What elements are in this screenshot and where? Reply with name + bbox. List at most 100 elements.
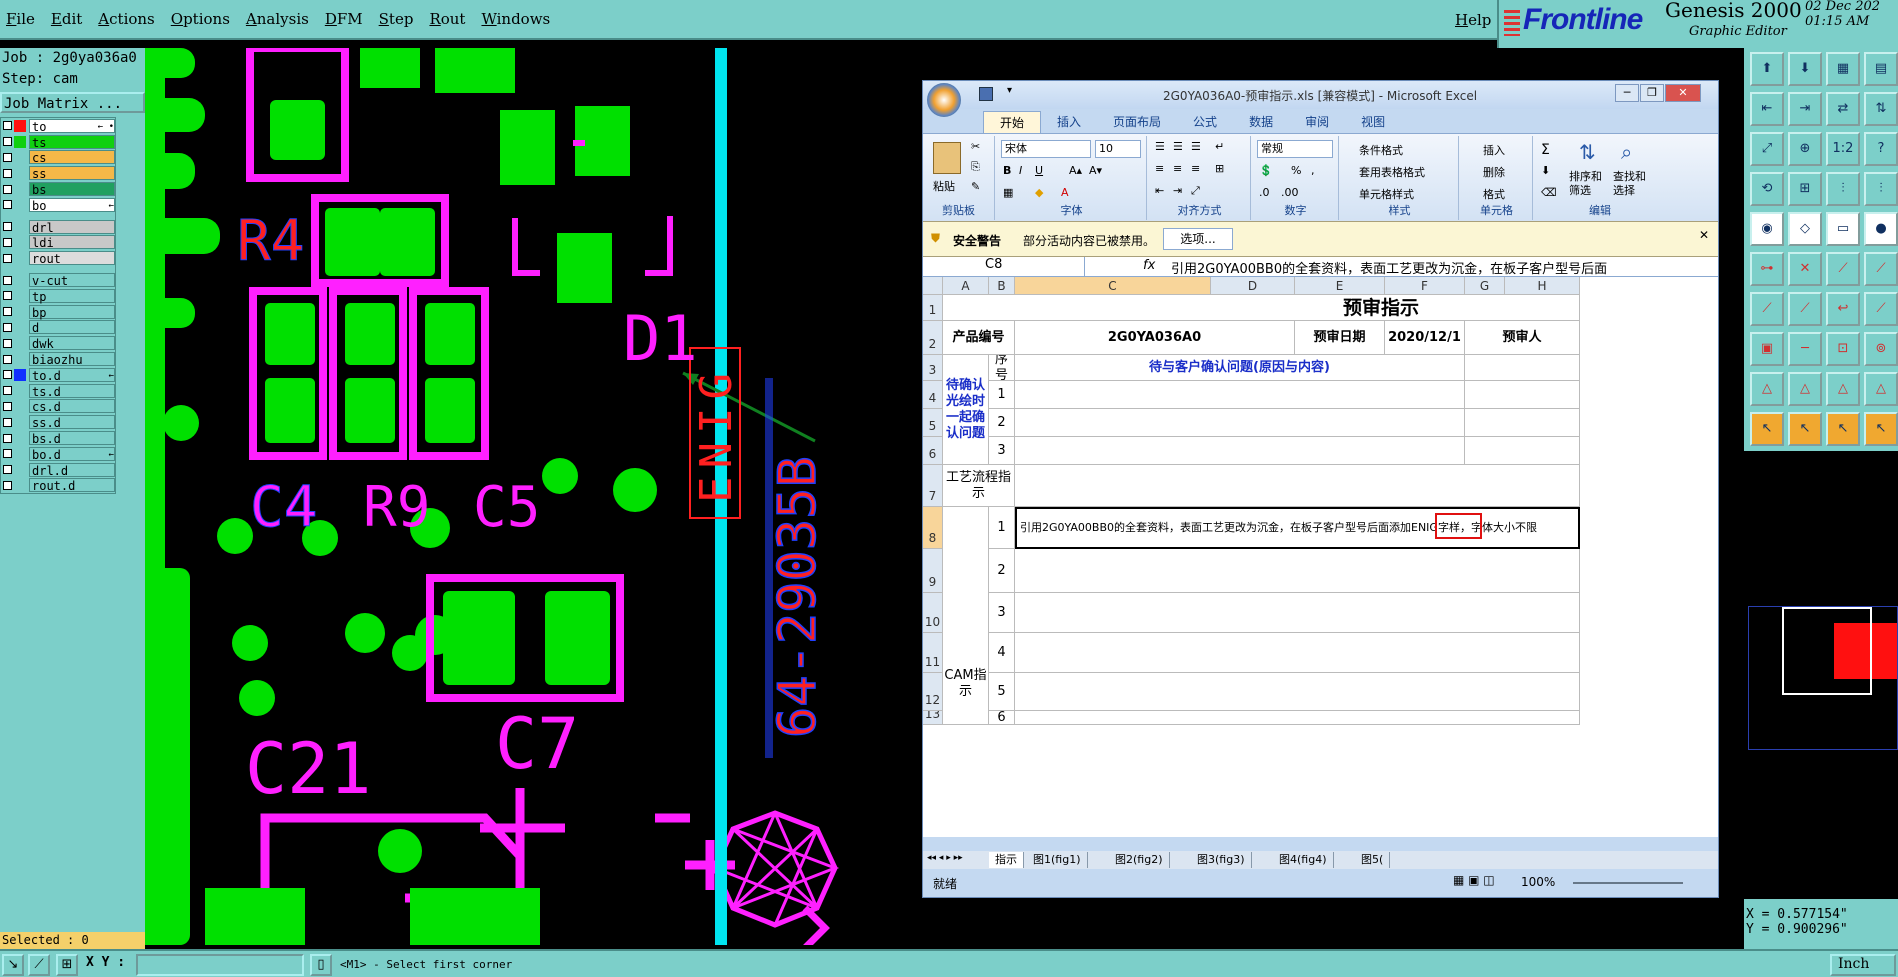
layer-color-swatch[interactable] [14, 337, 26, 349]
layer-checkbox[interactable] [3, 121, 12, 131]
layer-color-swatch[interactable] [14, 183, 26, 195]
sheet-nav-icons[interactable]: ◂◂ ◂ ▸ ▸▸ [927, 853, 963, 863]
outdent-icon[interactable]: ⇥ [1173, 184, 1182, 197]
find-select-icon[interactable]: ⌕ [1621, 140, 1632, 164]
layer-row-ss-d[interactable]: ss.d [1, 414, 115, 430]
grid-icon[interactable]: ⊞ [56, 954, 78, 976]
layer-row-ldi[interactable]: ldi [1, 235, 115, 250]
layer-row-drl-d[interactable]: drl.d [1, 462, 115, 478]
row-header[interactable]: 2 [923, 321, 943, 355]
underline-icon[interactable]: U [1035, 164, 1043, 177]
insert-cells-button[interactable]: 插入 [1483, 142, 1505, 158]
layer-up-icon[interactable]: ⬆ [1750, 52, 1784, 86]
issue-cell[interactable] [1015, 381, 1465, 409]
layer-color-swatch[interactable] [14, 199, 26, 211]
layer-name[interactable]: cs [29, 150, 115, 165]
sheet-tab[interactable]: 图2(fig2) [1109, 852, 1170, 868]
date-value[interactable]: 2020/12/1 [1385, 321, 1465, 355]
layer-row-bo-d[interactable]: bo.d ← [1, 446, 115, 462]
scale-icon[interactable]: 1:2 [1826, 132, 1860, 166]
format-cells-button[interactable]: 格式 [1483, 186, 1505, 202]
line3-icon[interactable]: ⟋ [1750, 292, 1784, 326]
layer-name[interactable]: bo.d ← [29, 446, 115, 462]
conditional-format-button[interactable]: 条件格式 [1359, 142, 1403, 158]
hline-icon[interactable]: ─ [1788, 332, 1822, 366]
decrease-decimal-icon[interactable]: .00 [1281, 186, 1299, 199]
align-middle-icon[interactable]: ☰ [1173, 140, 1183, 153]
excel-titlebar[interactable]: ▾ 2G0YA036A0-预审指示.xls [兼容模式] - Microsoft… [923, 81, 1718, 117]
align-bottom-icon[interactable]: ☰ [1191, 140, 1201, 153]
cam-seq-number[interactable]: 6 [989, 711, 1015, 725]
layer-name[interactable]: bo ← [29, 197, 115, 213]
row-header[interactable]: 7 [923, 465, 943, 507]
column-header[interactable]: H [1505, 277, 1580, 295]
table-format-button[interactable]: 套用表格格式 [1359, 164, 1425, 180]
menu-dfm[interactable]: DFM [319, 0, 373, 39]
layer-color-swatch[interactable] [14, 464, 26, 476]
tab-home[interactable]: 开始 [983, 111, 1042, 133]
layer-name[interactable]: ts.d [29, 383, 115, 399]
tab-review[interactable]: 审阅 [1289, 111, 1345, 133]
layer-name[interactable]: biaozhu [29, 352, 115, 367]
row-header[interactable]: 9 [923, 549, 943, 593]
save-icon[interactable] [979, 87, 993, 101]
cam-seq-number[interactable]: 1 [989, 507, 1015, 549]
layer-color-swatch[interactable] [14, 119, 26, 132]
layer-row-dwk[interactable]: dwk [1, 335, 115, 351]
layer-color-swatch[interactable] [14, 167, 26, 179]
issue-side-cell[interactable] [1465, 409, 1580, 437]
issue-cell[interactable] [1015, 437, 1465, 465]
office-button[interactable] [927, 83, 961, 117]
warning-close-icon[interactable]: ✕ [1699, 228, 1709, 242]
align-center-icon[interactable]: ≡ [1173, 162, 1182, 175]
layer-name[interactable]: cs.d [29, 399, 115, 414]
row-header[interactable]: 6 [923, 437, 943, 465]
layer-row-d[interactable]: d [1, 320, 115, 335]
font-size-select[interactable]: 10 [1095, 140, 1141, 158]
row-header[interactable]: 12 [923, 673, 943, 711]
tri3-icon[interactable]: △ [1826, 372, 1860, 406]
layer-name[interactable]: bs.d [29, 431, 115, 446]
sheet-tab[interactable]: 图4(fig4) [1273, 852, 1334, 868]
row-header[interactable]: 4 [923, 381, 943, 409]
minimize-button[interactable]: ─ [1615, 84, 1639, 102]
product-value[interactable]: 2G0YA036A0 [1015, 321, 1295, 355]
issues-header[interactable]: 待与客户确认问题(原因与内容) [1015, 355, 1465, 381]
sheet-title[interactable]: 预审指示 [943, 295, 1580, 321]
border-icon[interactable]: ▦ [1003, 186, 1013, 199]
tab-view[interactable]: 视图 [1345, 111, 1401, 133]
clear-icon[interactable]: ⌫ [1541, 186, 1557, 199]
layer-row-ts[interactable]: ts [1, 134, 115, 150]
swap-icon[interactable]: ⇄ [1826, 92, 1860, 126]
right-icon[interactable]: ⇥ [1788, 92, 1822, 126]
process-label[interactable]: 工艺流程指示 [943, 465, 1015, 507]
column-header[interactable]: D [1211, 277, 1295, 295]
merge-cells-icon[interactable]: ⊞ [1215, 162, 1224, 175]
comma-icon[interactable]: , [1311, 164, 1315, 177]
function-icon[interactable]: fx [1143, 258, 1155, 273]
layer-color-swatch[interactable] [14, 306, 26, 318]
layer-name[interactable]: to ← • [29, 118, 115, 134]
layer-row-rout-d[interactable]: rout.d [1, 478, 115, 493]
zoom-area-icon[interactable]: ↘ [2, 954, 24, 976]
tri4-icon[interactable]: △ [1864, 372, 1898, 406]
sort-filter-icon[interactable]: ⇅ [1579, 140, 1596, 164]
layer-name[interactable]: rout [29, 251, 115, 266]
arc-icon[interactable]: ↩ [1826, 292, 1860, 326]
display-icon[interactable]: ▤ [1864, 52, 1898, 86]
layer-row-bo[interactable]: bo ← [1, 197, 115, 213]
menu-edit[interactable]: Edit [45, 0, 92, 39]
sheet-tab[interactable]: 指示 [989, 852, 1024, 868]
row-header[interactable]: 8 [923, 507, 943, 549]
sheet-tab[interactable]: 图3(fig3) [1191, 852, 1252, 868]
job-matrix-button[interactable]: Job Matrix ... [0, 92, 145, 113]
select3-icon[interactable]: ↖ [1826, 412, 1860, 446]
find-select-button[interactable]: 查找和选择 [1613, 170, 1649, 198]
format-painter-icon[interactable]: ✎ [971, 180, 980, 193]
undo-icon[interactable]: ⟲ [1750, 172, 1784, 206]
cam-instruction-cell[interactable] [1015, 711, 1580, 725]
layer-checkbox[interactable] [3, 433, 12, 443]
cam-instruction-cell[interactable] [1015, 593, 1580, 633]
layer-color-swatch[interactable] [14, 321, 26, 333]
layer-checkbox[interactable] [3, 401, 12, 411]
